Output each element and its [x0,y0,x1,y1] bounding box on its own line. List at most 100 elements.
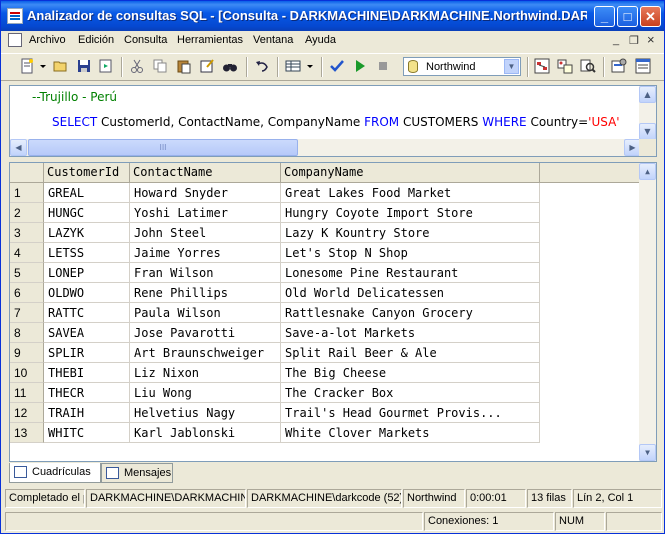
row-number[interactable]: 1 [10,183,44,203]
menu-edicion[interactable]: Edición [78,34,114,46]
row-number[interactable]: 12 [10,403,44,423]
find-icon[interactable] [222,58,238,74]
cell-companyname[interactable]: The Cracker Box [281,383,540,403]
cell-contactname[interactable]: Fran Wilson [130,263,281,283]
cell-contactname[interactable]: Jose Pavarotti [130,323,281,343]
row-number[interactable]: 5 [10,263,44,283]
parse-icon[interactable] [329,58,345,74]
row-number[interactable]: 7 [10,303,44,323]
cell-customerid[interactable]: THECR [44,383,130,403]
minimize-button[interactable]: _ [594,6,615,27]
mdi-close-button[interactable]: × [647,32,655,47]
cell-companyname[interactable]: Old World Delicatessen [281,283,540,303]
object-search-icon[interactable] [557,58,573,74]
cell-companyname[interactable]: Great Lakes Food Market [281,183,540,203]
row-number[interactable]: 6 [10,283,44,303]
cell-customerid[interactable]: TRAIH [44,403,130,423]
column-header-customerid[interactable]: CustomerId [44,163,130,182]
chevron-down-icon[interactable] [306,58,314,74]
table-row[interactable]: 8 SAVEA Jose Pavarotti Save-a-lot Markets [10,323,540,343]
stop-icon[interactable] [375,58,391,74]
column-header-contactname[interactable]: ContactName [130,163,281,182]
cell-contactname[interactable]: Yoshi Latimer [130,203,281,223]
table-row[interactable]: 9 SPLIR Art Braunschweiger Split Rail Beer … [10,343,540,363]
cell-companyname[interactable]: Rattlesnake Canyon Grocery [281,303,540,323]
table-row[interactable]: 3 LAZYK John Steel Lazy K Kountry Store [10,223,540,243]
new-query-icon[interactable] [19,58,35,74]
paste-icon[interactable] [176,58,192,74]
column-header-companyname[interactable]: CompanyName [281,163,540,182]
load-script-icon[interactable] [98,58,114,74]
cell-customerid[interactable]: HUNGC [44,203,130,223]
table-row[interactable]: 6 OLDWO Rene Phillips Old World Delicatesse… [10,283,540,303]
cell-customerid[interactable]: OLDWO [44,283,130,303]
cell-companyname[interactable]: The Big Cheese [281,363,540,383]
cell-contactname[interactable]: Liz Nixon [130,363,281,383]
scroll-up-icon[interactable]: ▲ [639,86,656,103]
menu-herramientas[interactable]: Herramientas [177,34,243,46]
object-browser-icon[interactable] [534,58,550,74]
editor-vertical-scrollbar[interactable]: ▲ ▼ [639,86,656,140]
menu-archivo[interactable]: Archivo [29,34,66,46]
table-row[interactable]: 2 HUNGC Yoshi Latimer Hungry Coyote Import … [10,203,540,223]
row-number[interactable]: 13 [10,423,44,443]
scroll-left-icon[interactable]: ◀ [10,139,27,156]
table-row[interactable]: 12 TRAIH Helvetius Nagy Trail's Head Gourme… [10,403,540,423]
cell-customerid[interactable]: SPLIR [44,343,130,363]
table-row[interactable]: 7 RATTC Paula Wilson Rattlesnake Canyon Gro… [10,303,540,323]
cell-contactname[interactable]: Rene Phillips [130,283,281,303]
show-plan-icon[interactable] [580,58,596,74]
cell-companyname[interactable]: Lazy K Kountry Store [281,223,540,243]
row-number[interactable]: 9 [10,343,44,363]
cell-contactname[interactable]: Paula Wilson [130,303,281,323]
scroll-up-icon[interactable]: ▲ [639,163,656,180]
cut-icon[interactable] [129,58,145,74]
undo-icon[interactable] [254,58,270,74]
cell-contactname[interactable]: John Steel [130,223,281,243]
title-bar[interactable]: Analizador de consultas SQL - [Consulta … [1,1,664,31]
database-select[interactable]: Northwind ▼ [403,57,521,76]
chevron-down-icon[interactable]: ▼ [504,59,519,74]
cell-companyname[interactable]: White Clover Markets [281,423,540,443]
clear-icon[interactable] [199,58,215,74]
cell-companyname[interactable]: Lonesome Pine Restaurant [281,263,540,283]
chevron-down-icon[interactable] [39,58,47,74]
row-number[interactable]: 2 [10,203,44,223]
tab-cuadriculas[interactable]: Cuadrículas [9,463,101,483]
menu-ventana[interactable]: Ventana [253,34,293,46]
cell-contactname[interactable]: Liu Wong [130,383,281,403]
cell-customerid[interactable]: WHITC [44,423,130,443]
menu-ayuda[interactable]: Ayuda [305,34,336,46]
results-grid[interactable]: CustomerId ContactName CompanyName 1 GREA… [9,162,657,462]
cell-customerid[interactable]: LAZYK [44,223,130,243]
table-row[interactable]: 1 GREAL Howard Snyder Great Lakes Food Mark… [10,183,540,203]
results-mode-icon[interactable] [285,58,301,74]
maximize-button[interactable]: □ [617,6,638,27]
scroll-down-icon[interactable]: ▼ [639,444,656,461]
document-icon[interactable] [8,33,22,47]
table-row[interactable]: 4 LETSS Jaime Yorres Let's Stop N Shop [10,243,540,263]
grid-vertical-scrollbar[interactable]: ▲ ▼ [639,163,656,461]
tab-mensajes[interactable]: Mensajes [101,463,173,483]
table-row[interactable]: 5 LONEP Fran Wilson Lonesome Pine Restauran… [10,263,540,283]
editor-horizontal-scrollbar[interactable]: ◀ III ▶ [10,139,641,156]
cell-companyname[interactable]: Hungry Coyote Import Store [281,203,540,223]
cell-companyname[interactable]: Trail's Head Gourmet Provis... [281,403,540,423]
cell-contactname[interactable]: Jaime Yorres [130,243,281,263]
close-button[interactable]: ✕ [640,6,661,27]
cell-customerid[interactable]: LETSS [44,243,130,263]
open-icon[interactable] [53,58,69,74]
save-icon[interactable] [76,58,92,74]
editor-hscroll-thumb[interactable]: III [28,139,298,156]
cell-companyname[interactable]: Split Rail Beer & Ale [281,343,540,363]
row-number[interactable]: 8 [10,323,44,343]
cell-contactname[interactable]: Howard Snyder [130,183,281,203]
cell-customerid[interactable]: SAVEA [44,323,130,343]
properties-icon[interactable] [611,58,627,74]
cell-customerid[interactable]: LONEP [44,263,130,283]
row-number[interactable]: 11 [10,383,44,403]
cell-contactname[interactable]: Art Braunschweiger [130,343,281,363]
cell-contactname[interactable]: Helvetius Nagy [130,403,281,423]
table-row[interactable]: 11 THECR Liu Wong The Cracker Box [10,383,540,403]
execute-icon[interactable] [352,58,368,74]
